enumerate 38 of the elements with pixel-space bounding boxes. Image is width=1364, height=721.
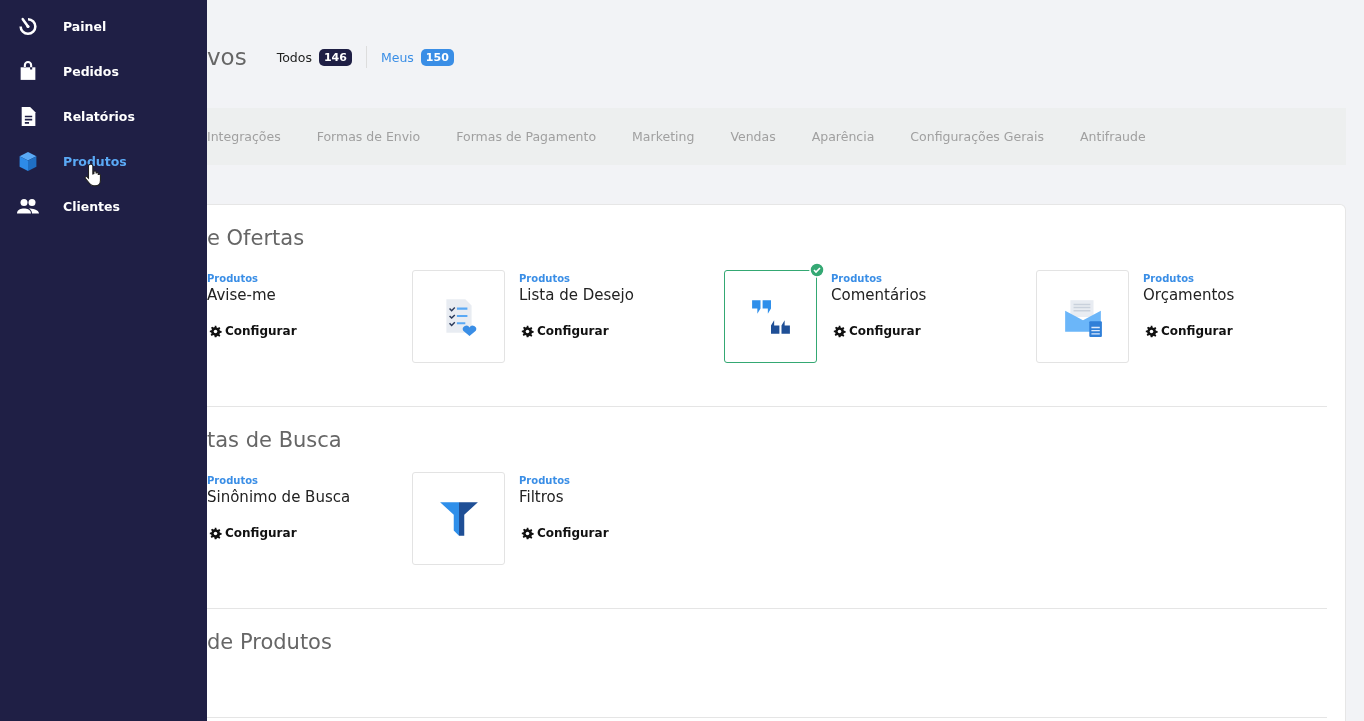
section-title: de Produtos	[207, 630, 333, 654]
settings-icon	[833, 324, 846, 338]
app-category: Produtos	[519, 273, 570, 284]
configure-link[interactable]: Configurar	[519, 324, 609, 338]
check-badge-icon	[809, 262, 825, 278]
configure-link[interactable]: Configurar	[1143, 324, 1233, 338]
page-title: vos	[207, 44, 247, 70]
count-badge: 146	[318, 48, 352, 66]
app-name: Sinônimo de Busca	[207, 488, 351, 506]
configure-link[interactable]: Configurar	[831, 324, 921, 338]
app-name: Orçamentos	[1143, 286, 1235, 304]
app-name: Avise-me	[207, 286, 276, 304]
configure-link[interactable]: Configurar	[207, 324, 297, 338]
configure-link[interactable]: Configurar	[207, 526, 297, 540]
app-name: Lista de Desejo	[519, 286, 634, 304]
settings-icon	[521, 324, 534, 338]
timer-icon	[17, 15, 39, 37]
app-name: Filtros	[519, 488, 564, 506]
sidebar-item[interactable]: Relatórios	[0, 105, 207, 127]
app-category: Produtos	[207, 273, 258, 284]
settings-icon	[521, 526, 534, 540]
section-title: e Ofertas	[207, 226, 306, 250]
sidebar-item[interactable]: Pedidos	[0, 60, 207, 82]
settings-icon	[1145, 324, 1158, 338]
sidebar-item[interactable]: Painel	[0, 15, 207, 37]
sidebar-item[interactable]: Produtos	[0, 150, 207, 172]
section-title: tas de Busca	[207, 428, 343, 452]
app-tile[interactable]	[724, 270, 817, 363]
app-category: Produtos	[1143, 273, 1194, 284]
count-badge: 150	[420, 48, 454, 66]
filter-tab[interactable]: Todos 146	[276, 48, 352, 66]
cube-icon	[17, 150, 39, 172]
app-name: Comentários	[831, 286, 927, 304]
sidebar-item[interactable]: Clientes	[0, 195, 207, 217]
app-category: Produtos	[831, 273, 882, 284]
app-category: Produtos	[519, 475, 570, 486]
configure-link[interactable]: Configurar	[519, 526, 609, 540]
app-category: Produtos	[207, 475, 258, 486]
